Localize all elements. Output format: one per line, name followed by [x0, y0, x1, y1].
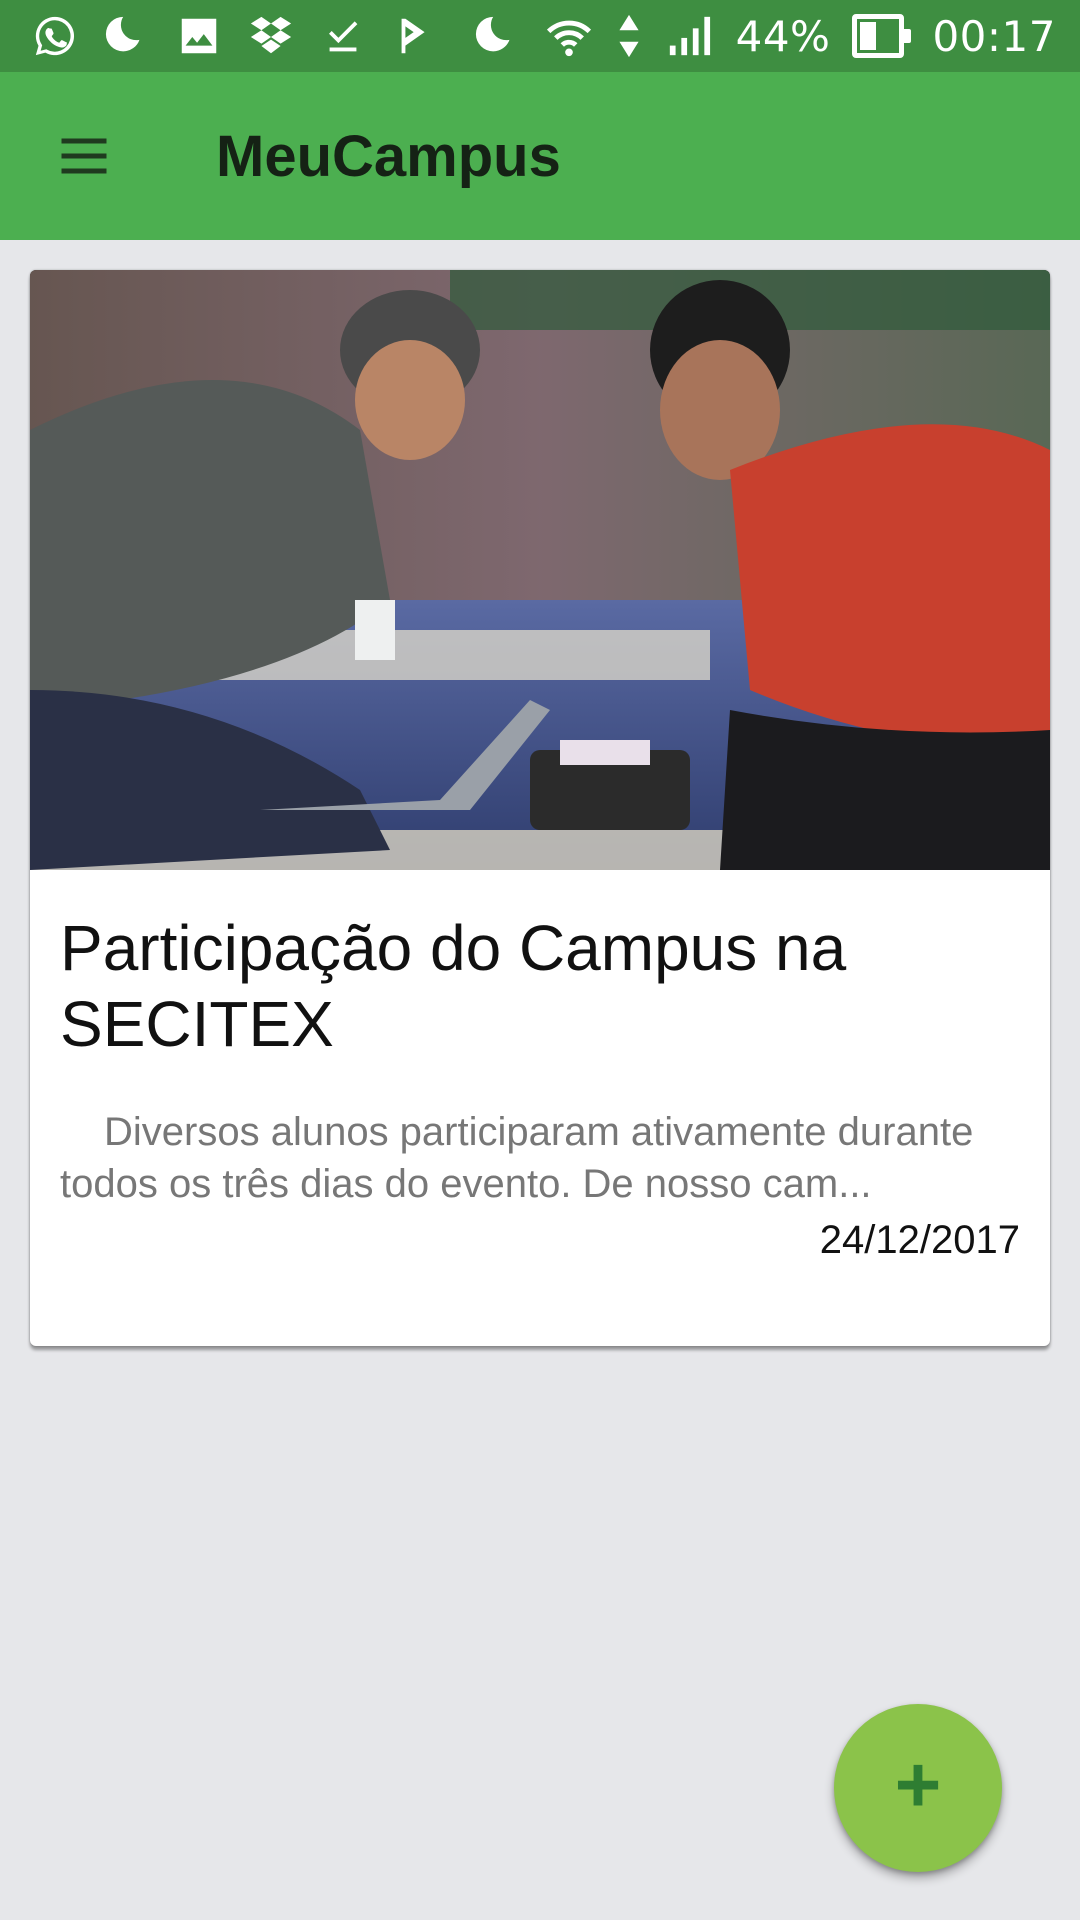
image-icon [174, 11, 224, 61]
battery-icon [852, 14, 912, 58]
wifi-icon [544, 11, 594, 61]
signal-icon [664, 11, 714, 61]
news-card-image [30, 270, 1050, 870]
clock: 00:17 [932, 11, 1056, 61]
app-title: MeuCampus [216, 123, 561, 189]
check-flag-icon [390, 11, 440, 61]
news-card[interactable]: Participação do Campus na SECITEX Divers… [30, 270, 1050, 1346]
news-card-body: Participação do Campus na SECITEX Divers… [30, 870, 1050, 1263]
download-done-icon [318, 11, 368, 61]
app-bar: MeuCampus [0, 72, 1080, 240]
add-fab-button[interactable]: + [834, 1704, 1002, 1872]
news-card-title: Participação do Campus na SECITEX [60, 912, 847, 1060]
status-bar: 44% 00:17 [0, 0, 1080, 72]
battery-level [860, 22, 877, 50]
whatsapp-icon [30, 11, 80, 61]
dropbox-icon [246, 11, 296, 61]
status-bar-notifications [30, 11, 440, 61]
status-bar-system: 44% 00:17 [472, 11, 1056, 61]
add-icon: + [894, 1740, 942, 1829]
photo-placeholder [30, 270, 1050, 870]
news-card-date: 24/12/2017 [819, 1218, 1020, 1262]
moon-icon [102, 11, 152, 61]
data-arrows-icon [616, 11, 642, 61]
news-card-excerpt: Diversos alunos participaram ativamente … [60, 1110, 974, 1206]
hamburger-icon [61, 138, 107, 174]
menu-button[interactable] [24, 96, 144, 216]
moon-icon [472, 11, 522, 61]
battery-percent: 44% [735, 11, 831, 61]
